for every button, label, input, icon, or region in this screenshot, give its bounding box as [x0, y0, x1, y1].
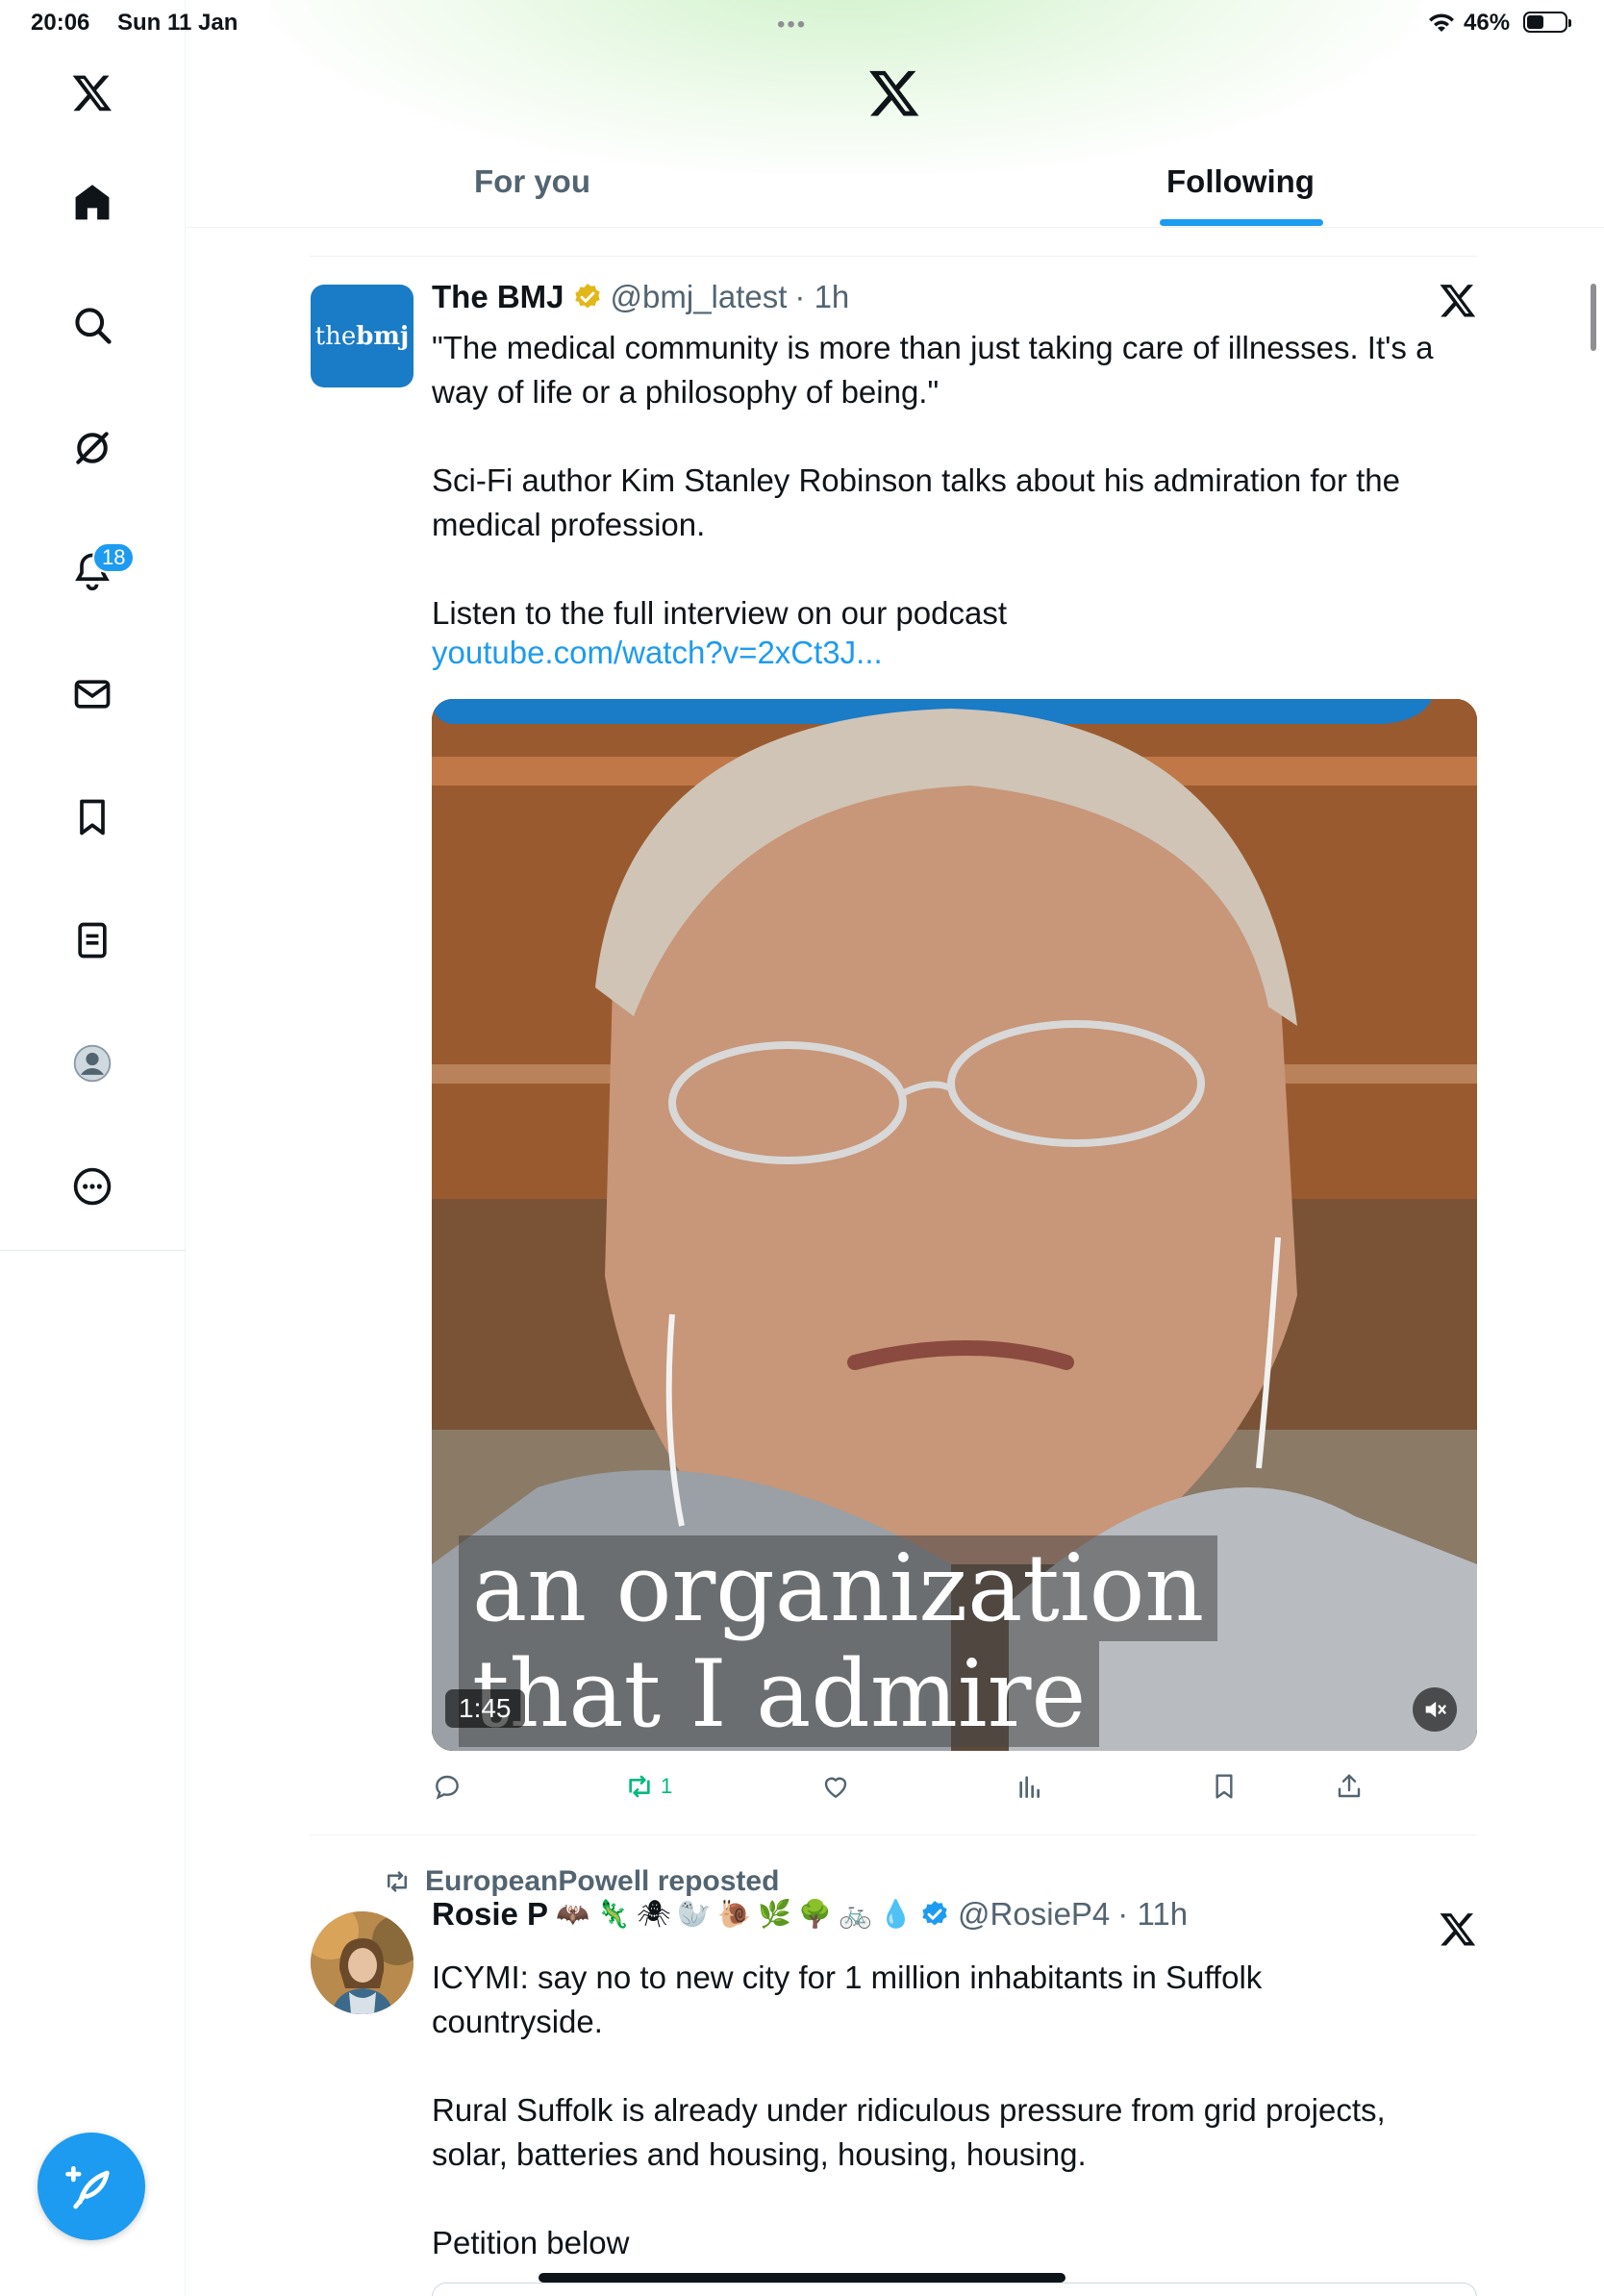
- reply-button[interactable]: [432, 1771, 463, 1802]
- grok-icon[interactable]: [60, 415, 125, 481]
- link-card[interactable]: [432, 2283, 1477, 2296]
- avatar-rosie[interactable]: [311, 1911, 414, 2014]
- tweet-header: Rosie P 🦇 🦎 🕷 🦭 🐌 🌿 🌳 🚲 💧 @RosieP4 · 11h: [432, 1896, 1188, 1933]
- tweet-text: "The medical community is more than just…: [432, 330, 1434, 631]
- x-header-logo-icon[interactable]: [867, 65, 921, 119]
- tab-following[interactable]: Following: [1166, 163, 1315, 200]
- status-date: Sun 11 Jan: [117, 10, 238, 36]
- tweet-header: The BMJ @bmj_latest · 1h: [432, 279, 849, 315]
- search-icon[interactable]: [60, 292, 125, 358]
- post-time[interactable]: · 11h: [1117, 1896, 1188, 1933]
- more-icon[interactable]: [60, 1154, 125, 1219]
- share-button[interactable]: [1334, 1771, 1365, 1802]
- repost-icon: [629, 1775, 650, 1798]
- status-time: 20:06: [31, 10, 90, 36]
- profile-icon[interactable]: [60, 1031, 125, 1096]
- mute-button[interactable]: [1413, 1687, 1457, 1732]
- grok-explain-x-icon[interactable]: [1439, 281, 1477, 319]
- video-duration: 1:45: [445, 1689, 525, 1728]
- active-tab-indicator: [1160, 219, 1323, 226]
- author-handle[interactable]: @RosieP4: [958, 1896, 1110, 1933]
- bookmarks-icon[interactable]: [60, 785, 125, 850]
- verified-blue-icon: [922, 1901, 947, 1926]
- repost-button[interactable]: 1: [624, 1771, 672, 1802]
- video-caption-line: that I admire: [459, 1641, 1100, 1747]
- tree-emoji: 🌳: [798, 1899, 832, 1929]
- tweet-divider: [310, 1834, 1477, 1835]
- droplet-emoji: 💧: [879, 1899, 913, 1929]
- share-icon: [1338, 1774, 1361, 1798]
- compose-post-button[interactable]: [38, 2133, 145, 2240]
- views-chart-icon: [1019, 1776, 1040, 1798]
- status-bar: 20:06 Sun 11 Jan ••• 46%: [0, 0, 1604, 48]
- lizard-emoji: 🦎: [596, 1899, 630, 1929]
- x-logo-icon[interactable]: [60, 60, 125, 125]
- like-button[interactable]: [820, 1771, 851, 1802]
- author-name[interactable]: Rosie P: [432, 1896, 548, 1933]
- video-caption: an organization that I admire: [459, 1535, 1218, 1747]
- battery-icon: [1523, 12, 1571, 33]
- timeline-tabs: For you Following: [186, 144, 1604, 228]
- wifi-icon: [1429, 13, 1454, 32]
- name-emojis: 🦇 🦎 🕷 🦭 🐌 🌿 🌳 🚲 💧: [556, 1898, 913, 1931]
- repost-context[interactable]: EuropeanPowell reposted: [383, 1865, 779, 1898]
- bat-emoji: 🦇: [556, 1899, 589, 1929]
- tweet-video[interactable]: an organization that I admire 1:45: [432, 699, 1477, 1751]
- lists-icon[interactable]: [60, 908, 125, 973]
- heart-icon: [824, 1777, 847, 1798]
- home-indicator[interactable]: [539, 2273, 1065, 2283]
- tweet-link[interactable]: youtube.com/watch?v=2xCt3J...: [432, 635, 883, 671]
- speaker-muted-icon: [1425, 1701, 1446, 1718]
- tweet-actions: 1: [432, 1771, 1477, 1809]
- herb-emoji: 🌿: [758, 1899, 791, 1929]
- notifications-badge: 18: [92, 542, 136, 573]
- reply-icon: [436, 1775, 459, 1800]
- verified-gold-icon: [574, 284, 600, 309]
- feed-divider: [310, 256, 1477, 257]
- sidebar: 18: [0, 0, 186, 2296]
- multitasking-dots[interactable]: •••: [777, 12, 807, 38]
- video-caption-line: an organization: [459, 1535, 1218, 1641]
- repost-context-text: EuropeanPowell reposted: [425, 1865, 780, 1897]
- spider-emoji: 🕷: [637, 1899, 671, 1929]
- snail-emoji: 🐌: [717, 1899, 751, 1929]
- messages-icon[interactable]: [60, 661, 125, 727]
- seal-emoji: 🦭: [677, 1899, 711, 1929]
- repost-context-icon: [388, 1871, 407, 1892]
- views-button[interactable]: [1015, 1771, 1045, 1802]
- bookmark-icon: [1216, 1774, 1233, 1799]
- avatar-bmj[interactable]: the bmj: [311, 285, 414, 387]
- avatar-logo-text: the: [314, 321, 357, 351]
- repost-count: 1: [661, 1774, 673, 1798]
- bicycle-emoji: 🚲: [839, 1899, 872, 1929]
- home-icon[interactable]: [60, 169, 125, 235]
- grok-explain-x-icon[interactable]: [1439, 1909, 1477, 1948]
- sidebar-divider: [0, 1250, 186, 1251]
- bookmark-button[interactable]: [1209, 1771, 1240, 1802]
- battery-percent: 46%: [1464, 10, 1511, 36]
- tweet-text: ICYMI: say no to new city for 1 million …: [432, 1959, 1386, 2260]
- compose-feather-icon: [65, 2166, 110, 2209]
- post-time[interactable]: · 1h: [794, 279, 849, 315]
- author-name[interactable]: The BMJ: [432, 279, 564, 315]
- tab-for-you[interactable]: For you: [474, 163, 590, 200]
- author-handle[interactable]: @bmj_latest: [611, 279, 788, 315]
- avatar-photo: [311, 1911, 414, 2014]
- scrollbar[interactable]: [1591, 284, 1596, 351]
- avatar-logo-text-bold: bmj: [356, 321, 410, 351]
